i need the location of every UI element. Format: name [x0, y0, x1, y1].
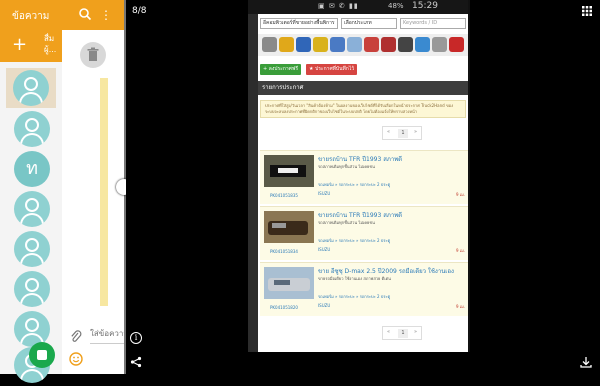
- other-icon[interactable]: [449, 37, 464, 52]
- compose-button[interactable]: [29, 342, 55, 368]
- more-options-icon[interactable]: ⋮: [100, 7, 112, 23]
- message-input[interactable]: [90, 324, 124, 344]
- contact-list: ท: [0, 62, 62, 383]
- van-icon[interactable]: [330, 37, 345, 52]
- pagination: « 1 »: [382, 326, 422, 340]
- keyword-search[interactable]: Keywords / ID: [400, 18, 466, 29]
- avatar: [14, 231, 50, 267]
- web-page: อีคอมพิวเตอร์ที่ขายอย่างพื้นพิการ เลือกป…: [258, 14, 468, 352]
- action-buttons: + ลงประกาศฟรี ★ ประกาศที่บันทึกไว้: [258, 64, 468, 76]
- share-icon[interactable]: [130, 356, 142, 368]
- listing-thumbnail: [264, 155, 314, 187]
- status-icons: ▣ ✉ ✆ ▮▮: [318, 2, 359, 10]
- app-title: ข้อความ: [12, 11, 50, 22]
- action-bar: + สื่ม ผู้...: [0, 30, 62, 62]
- tools-icon[interactable]: [262, 37, 277, 52]
- avatar: [14, 271, 50, 307]
- contact-item[interactable]: [10, 188, 52, 230]
- conversation-panel: [62, 30, 125, 374]
- image-edge: [468, 0, 470, 352]
- avatar-letter: ท: [14, 151, 50, 187]
- grid-view-icon[interactable]: [582, 6, 592, 16]
- post-ad-button[interactable]: + ลงประกาศฟรี: [260, 64, 302, 75]
- status-time: 15:29: [412, 1, 438, 11]
- excavator-icon[interactable]: [279, 37, 294, 52]
- emoji-icon[interactable]: [69, 352, 83, 366]
- listing-item[interactable]: ขายรถบ้าน TFR ปี1993 สภาพดี รถสภาพเดิมทุ…: [260, 206, 468, 260]
- notice-box: ประกาศที่ใส่สูง/วันเวลา "สินค้าต้องห้าม"…: [260, 100, 466, 118]
- listing-thumbnail: [264, 211, 314, 243]
- listing-brand[interactable]: ISUZU: [318, 303, 330, 308]
- listing-subtitle: ขายรถมือเดียว ใช้งานเอง สภาพสวย ดีเด่น: [318, 276, 391, 281]
- battery-level: 48%: [388, 2, 404, 10]
- contact-item[interactable]: [10, 108, 52, 150]
- vehicle-category-bar: [258, 34, 468, 56]
- contact-item[interactable]: [10, 228, 52, 270]
- screenshot-image: ▣ ✉ ✆ ▮▮ 48% 15:29 อีคอมพิวเตอร์ที่ขายอย…: [248, 0, 468, 352]
- category-select[interactable]: เลือกประเภท: [341, 18, 397, 29]
- listing-date: 9 เม.: [456, 248, 466, 253]
- listing-subtitle: รถสภาพเดิมทุกชิ้นส่วน ไม่เคยชน: [318, 220, 375, 225]
- avatar: [14, 111, 50, 147]
- bus-icon[interactable]: [313, 37, 328, 52]
- motorcycle-icon[interactable]: [398, 37, 413, 52]
- add-icon[interactable]: +: [12, 34, 27, 56]
- listing-brand[interactable]: ISUZU: [318, 247, 330, 252]
- listing-date: 9 เม.: [456, 192, 466, 197]
- listing-code: PK041051834: [270, 249, 298, 254]
- listing-header: รายการประกาศ: [258, 81, 468, 95]
- avatar: [14, 191, 50, 227]
- listing-thumbnail: [264, 267, 314, 299]
- avatar: [13, 70, 49, 106]
- listing-category[interactable]: รถเพอร์ม » รถกระบะ » รถกระบะ 2 ประตู: [318, 237, 468, 244]
- listing-code: PK041051835: [270, 193, 298, 198]
- listing-date: 9 เม.: [456, 304, 466, 309]
- listing-code: PK041051820: [270, 305, 298, 310]
- truck-icon[interactable]: [296, 37, 311, 52]
- sports-car-icon[interactable]: [381, 37, 396, 52]
- status-bar: ▣ ✉ ✆ ▮▮ 48% 15:29: [248, 0, 468, 14]
- saved-ads-button[interactable]: ★ ประกาศที่บันทึกไว้: [306, 64, 358, 75]
- listing-category[interactable]: รถเพอร์ม » รถกระบะ » รถกระบะ 2 ประตู: [318, 181, 468, 188]
- contact-item[interactable]: [6, 68, 56, 108]
- search-icon[interactable]: [78, 7, 92, 21]
- image-viewer: 8/8 ▣ ✉ ✆ ▮▮ 48% 15:29 อีคอมพิวเตอร์ที่ข…: [126, 0, 600, 374]
- parts-icon[interactable]: [432, 37, 447, 52]
- listing-brand[interactable]: ISUZU: [318, 191, 330, 196]
- bicycle-icon[interactable]: [415, 37, 430, 52]
- attach-icon[interactable]: [70, 330, 82, 344]
- listing-category[interactable]: รถเพอร์ม » รถกระบะ » รถกระบะ 2 ประตู: [318, 293, 468, 300]
- trash-icon[interactable]: [80, 42, 106, 68]
- listing-item[interactable]: ขาย อีซูซุ D-max 2.5 ปี2009 รถมือเดียว ใ…: [260, 262, 468, 316]
- action-label: สื่ม ผู้...: [44, 34, 57, 54]
- prev-page-button[interactable]: «: [387, 129, 390, 135]
- prev-page-button[interactable]: «: [387, 329, 390, 335]
- listing-item[interactable]: ขายรถบ้าน TFR ปี1993 สภาพดี รถสภาพเดิมทุ…: [260, 150, 468, 204]
- next-page-button[interactable]: »: [414, 129, 417, 135]
- filter-row: อีคอมพิวเตอร์ที่ขายอย่างพื้นพิการ เลือกป…: [258, 18, 468, 30]
- current-page[interactable]: 1: [398, 129, 408, 138]
- car-icon[interactable]: [364, 37, 379, 52]
- listing-subtitle: รถสภาพเดิมทุกชิ้นส่วน ไม่เคยชน: [318, 164, 375, 169]
- next-page-button[interactable]: »: [414, 329, 417, 335]
- contact-item[interactable]: ท: [10, 148, 52, 190]
- messaging-app: ข้อความ ⋮ + สื่ม ผู้... ท: [0, 0, 125, 383]
- info-icon[interactable]: i: [130, 332, 142, 344]
- pagination: « 1 »: [382, 126, 422, 140]
- app-header: ข้อความ ⋮: [0, 0, 125, 30]
- contact-item[interactable]: [10, 268, 52, 310]
- pickup-icon[interactable]: [347, 37, 362, 52]
- download-icon[interactable]: [580, 356, 592, 368]
- page-counter: 8/8: [132, 6, 147, 16]
- location-select[interactable]: อีคอมพิวเตอร์ที่ขายอย่างพื้นพิการ: [260, 18, 338, 29]
- current-page[interactable]: 1: [398, 329, 408, 338]
- message-scroll-bar[interactable]: [100, 78, 108, 306]
